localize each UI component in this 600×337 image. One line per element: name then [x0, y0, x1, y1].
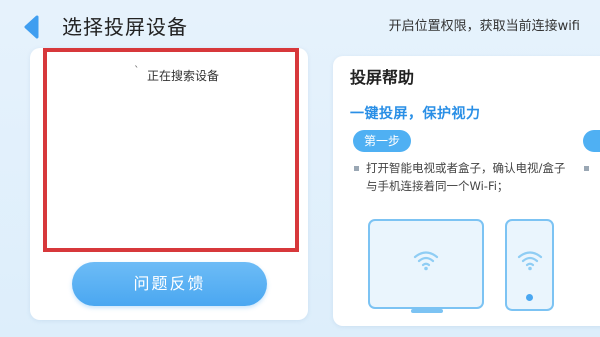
cast-device-screen: 选择投屏设备 开启位置权限，获取当前连接wifi ` 正在搜索设备 问题反馈 投… — [0, 0, 600, 337]
next-step-badge — [583, 130, 600, 152]
device-list-area: ` 正在搜索设备 — [43, 48, 299, 252]
page-title: 选择投屏设备 — [62, 15, 188, 39]
cast-help-card: 投屏帮助 一键投屏，保护视力 第一步 打开智能电视或者盒子，确认电视/盒子与手机… — [333, 56, 600, 326]
wifi-icon — [413, 249, 439, 271]
back-button[interactable] — [20, 14, 46, 40]
searching-status-text: 正在搜索设备 — [147, 69, 220, 83]
help-title: 投屏帮助 — [350, 68, 415, 87]
step-description: 打开智能电视或者盒子，确认电视/盒子与手机连接着同一个Wi-Fi； — [366, 161, 566, 193]
step-bullet — [354, 166, 359, 171]
wifi-icon — [517, 249, 543, 271]
step-badge: 第一步 — [353, 130, 411, 152]
loading-spinner-icon: ` — [134, 64, 140, 77]
chevron-left-icon — [24, 15, 39, 39]
help-subtitle: 一键投屏，保护视力 — [350, 106, 481, 122]
location-permission-link[interactable]: 开启位置权限，获取当前连接wifi — [389, 17, 580, 37]
next-step-bullet — [584, 166, 589, 171]
device-list-card: ` 正在搜索设备 问题反馈 — [30, 48, 308, 320]
phone-home-button — [526, 294, 533, 301]
feedback-button[interactable]: 问题反馈 — [72, 262, 267, 306]
tv-stand — [411, 309, 443, 313]
